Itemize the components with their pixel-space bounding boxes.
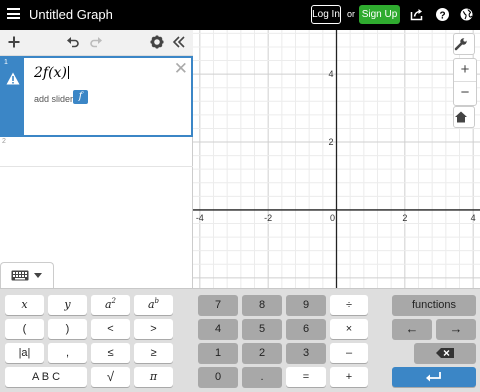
expression-item-2[interactable]: 2 xyxy=(0,137,193,167)
key-9[interactable]: 9 xyxy=(286,295,326,315)
zoom-out-icon[interactable]: − xyxy=(454,82,476,105)
x-tick-label: 2 xyxy=(402,213,407,223)
delete-expression-icon[interactable]: ✕ xyxy=(174,59,188,79)
expression-gutter: 1 xyxy=(2,58,24,135)
keyboard-icon xyxy=(11,270,42,281)
key-7[interactable]: 7 xyxy=(198,295,238,315)
x-tick-label: -2 xyxy=(264,213,272,223)
key-0[interactable]: 0 xyxy=(198,367,238,387)
add-slider-f-button[interactable]: f xyxy=(73,90,88,104)
globe-icon[interactable] xyxy=(460,8,473,21)
help-icon[interactable]: ? xyxy=(436,8,449,21)
key-right-arrow[interactable]: → xyxy=(436,319,476,339)
key-a-power-b-exponent: b xyxy=(154,297,160,305)
graph-paper[interactable]: -4 -2 0 2 4 4 2 + − xyxy=(193,30,480,288)
wrench-icon xyxy=(454,38,467,51)
key-minus[interactable]: – xyxy=(330,343,368,363)
key-decimal[interactable]: . xyxy=(242,367,282,387)
login-button[interactable]: Log In xyxy=(311,5,341,24)
backspace-icon xyxy=(436,348,454,358)
key-a-squared-exponent: 2 xyxy=(111,297,117,305)
key-x[interactable]: x xyxy=(5,295,44,315)
key-4[interactable]: 4 xyxy=(198,319,238,339)
key-sqrt[interactable]: √ xyxy=(91,367,130,387)
text-cursor xyxy=(67,66,69,79)
key-8[interactable]: 8 xyxy=(242,295,282,315)
x-tick-label: -4 xyxy=(196,213,204,223)
key-6[interactable]: 6 xyxy=(286,319,326,339)
expression-input[interactable]: 2f(x) xyxy=(34,65,69,81)
zoom-controls: + − xyxy=(453,58,477,106)
key-divide[interactable]: ÷ xyxy=(330,295,368,315)
graph-settings-wrench-icon[interactable] xyxy=(453,33,475,55)
key-5[interactable]: 5 xyxy=(242,319,282,339)
redo-icon[interactable] xyxy=(89,35,103,49)
expression-latex: 2f(x) xyxy=(34,65,67,81)
key-3[interactable]: 3 xyxy=(286,343,326,363)
enter-icon xyxy=(426,372,441,382)
key-multiply[interactable]: × xyxy=(330,319,368,339)
expression-item-1[interactable]: 1 2f(x) ✕ add slider: f xyxy=(0,56,193,137)
collapse-panel-icon[interactable] xyxy=(172,35,186,49)
or-label: or xyxy=(347,9,356,19)
backspace-button[interactable] xyxy=(414,343,476,363)
key-1[interactable]: 1 xyxy=(198,343,238,363)
y-tick-label: 2 xyxy=(328,137,333,147)
key-plus[interactable]: + xyxy=(330,367,368,387)
enter-button[interactable] xyxy=(392,367,476,387)
key-greater-equal[interactable]: ≥ xyxy=(134,343,173,363)
add-item-icon[interactable] xyxy=(7,35,21,49)
graph-grid: -4 -2 0 2 4 4 2 xyxy=(193,30,480,288)
zoom-in-icon[interactable]: + xyxy=(454,59,476,82)
warning-icon[interactable] xyxy=(6,72,20,85)
chevron-down-icon xyxy=(34,273,42,278)
x-tick-label: 0 xyxy=(330,213,335,223)
abc-keyboard-button[interactable]: A B C xyxy=(5,367,87,387)
key-open-paren[interactable]: ( xyxy=(5,319,44,339)
signup-button[interactable]: Sign Up xyxy=(359,5,400,24)
expression-toolbar xyxy=(0,30,193,56)
key-left-arrow[interactable]: ← xyxy=(392,319,432,339)
graph-title[interactable]: Untitled Graph xyxy=(29,7,113,22)
home-icon xyxy=(455,111,467,123)
svg-text:?: ? xyxy=(439,10,445,21)
key-comma[interactable]: , xyxy=(48,343,87,363)
key-equals[interactable]: = xyxy=(286,367,326,387)
settings-icon[interactable] xyxy=(150,35,164,49)
hamburger-menu-icon[interactable] xyxy=(7,8,20,19)
key-a-squared[interactable]: a2 xyxy=(91,295,130,315)
functions-button[interactable]: functions xyxy=(392,295,476,315)
undo-icon[interactable] xyxy=(66,35,80,49)
add-slider-label: add slider: xyxy=(34,94,76,104)
key-y[interactable]: y xyxy=(48,295,87,315)
key-2[interactable]: 2 xyxy=(242,343,282,363)
top-bar: Untitled Graph Log In or Sign Up ? xyxy=(0,0,480,30)
math-keypad: x y a2 ab 7 8 9 ÷ functions ( ) < > 4 5 … xyxy=(0,288,480,392)
key-close-paren[interactable]: ) xyxy=(48,319,87,339)
y-tick-label: 4 xyxy=(328,69,333,79)
key-abs[interactable]: |a| xyxy=(5,343,44,363)
key-less-than[interactable]: < xyxy=(91,319,130,339)
expression-number: 1 xyxy=(4,59,8,66)
key-pi[interactable]: π xyxy=(134,367,173,387)
zoom-home-button[interactable] xyxy=(453,106,475,128)
key-less-equal[interactable]: ≤ xyxy=(91,343,130,363)
expression-number: 2 xyxy=(2,138,6,145)
key-a-power-b[interactable]: ab xyxy=(134,295,173,315)
x-tick-label: 4 xyxy=(471,213,476,223)
share-icon[interactable] xyxy=(410,8,423,21)
expression-list: 1 2f(x) ✕ add slider: f 2 xyxy=(0,30,193,288)
keypad-toggle-button[interactable] xyxy=(0,262,54,288)
key-greater-than[interactable]: > xyxy=(134,319,173,339)
